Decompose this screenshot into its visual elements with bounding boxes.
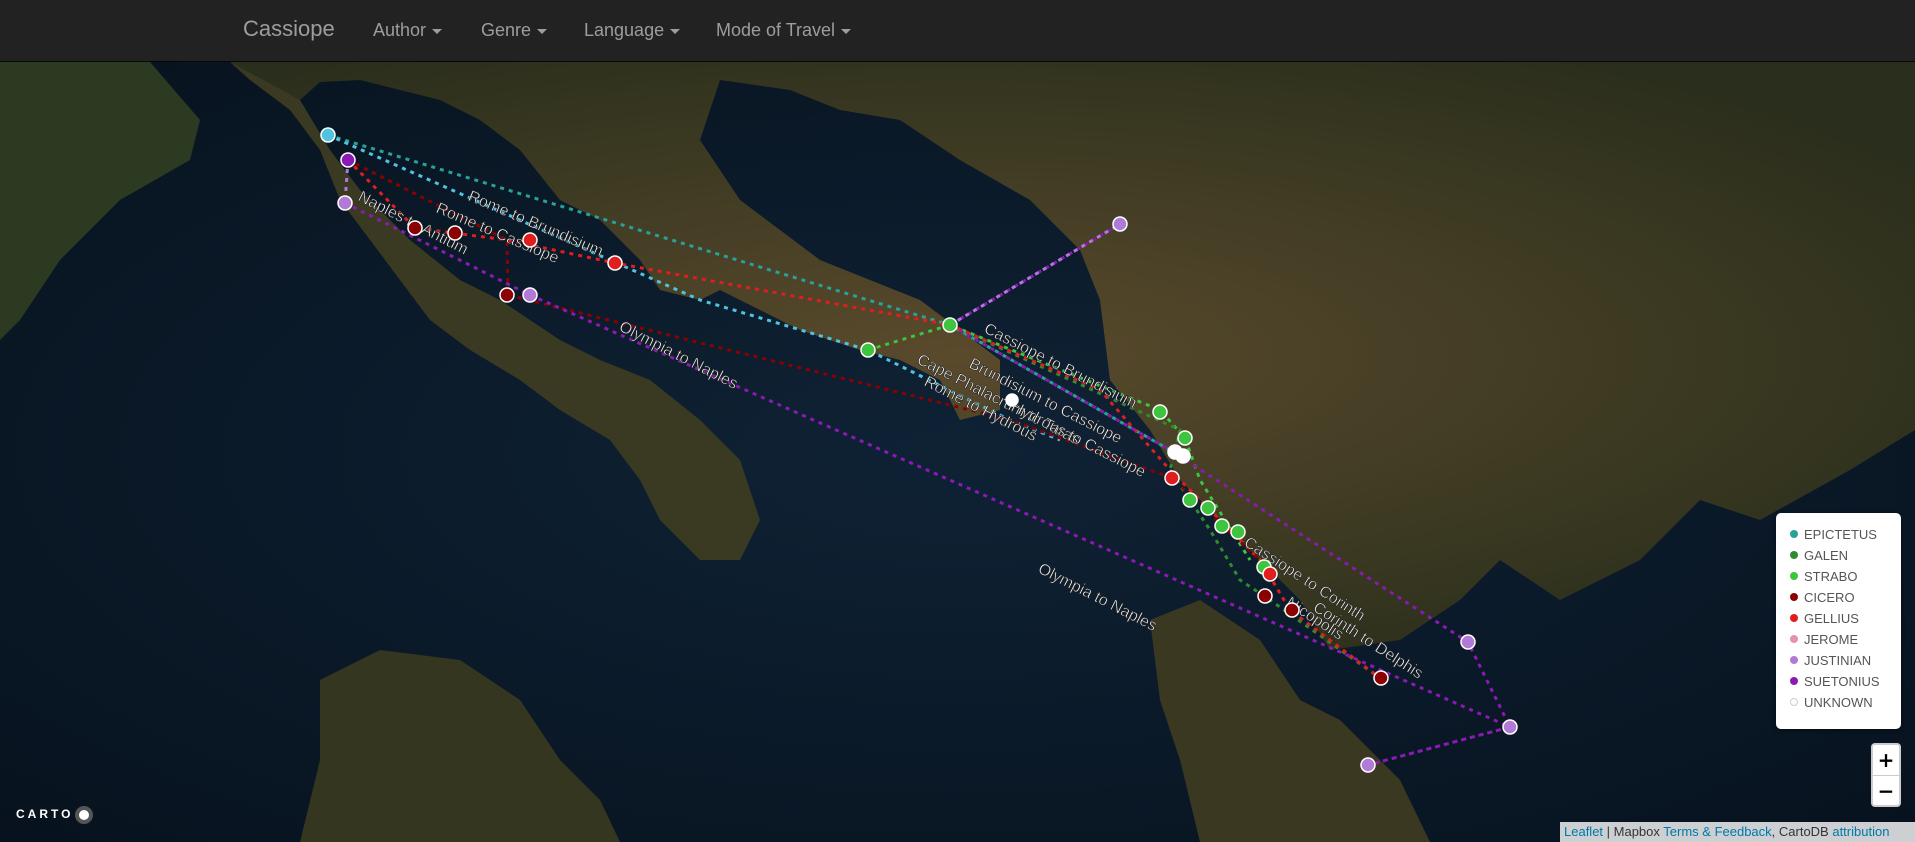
legend-label: GALEN <box>1804 548 1849 563</box>
chevron-down-icon <box>841 28 852 34</box>
site-marker[interactable] <box>1152 404 1168 420</box>
site-marker[interactable] <box>1460 634 1476 650</box>
carto-logo-text: CARTO <box>16 807 74 822</box>
map-attribution: Leaflet | Mapbox Terms & Feedback, Carto… <box>1560 822 1915 842</box>
site-marker[interactable] <box>1502 719 1518 735</box>
legend-label: EPICTETUS <box>1804 527 1877 542</box>
site-marker[interactable] <box>1005 393 1019 407</box>
site-marker[interactable] <box>407 220 423 236</box>
attribution-link[interactable]: attribution <box>1832 824 1889 839</box>
map-canvas[interactable]: Rome to Brundisium Rome to Cassiope Napl… <box>0 62 1915 842</box>
author-legend: EPICTETUS GALEN STRABO CICERO GELLIUS JE… <box>1776 513 1901 729</box>
site-marker[interactable] <box>607 255 623 271</box>
carto-circle-icon <box>75 806 94 824</box>
genre-label: Genre <box>481 20 532 40</box>
site-marker[interactable] <box>320 127 336 143</box>
legend-dot <box>1790 572 1798 580</box>
site-marker[interactable] <box>340 152 356 168</box>
legend-label: JUSTINIAN <box>1804 653 1872 668</box>
site-marker[interactable] <box>1177 430 1193 446</box>
legend-label: CICERO <box>1804 590 1855 605</box>
legend-dot <box>1790 635 1798 643</box>
map-svg: Rome to Brundisium Rome to Cassiope Napl… <box>0 62 1915 842</box>
chevron-down-icon <box>432 28 443 34</box>
terms-feedback-link[interactable]: Terms & Feedback <box>1663 824 1771 839</box>
site-marker[interactable] <box>447 225 463 241</box>
legend-dot <box>1790 656 1798 664</box>
zoom-control: + − <box>1871 743 1901 807</box>
chevron-down-icon <box>537 28 548 34</box>
legend-dot <box>1790 530 1798 538</box>
site-marker[interactable] <box>1373 670 1389 686</box>
site-marker[interactable] <box>1112 216 1128 232</box>
legend-label: JEROME <box>1804 632 1859 647</box>
site-marker[interactable] <box>1284 602 1300 618</box>
site-marker[interactable] <box>1230 524 1246 540</box>
legend-label: UNKNOWN <box>1804 695 1873 710</box>
author-label: Author <box>373 20 427 40</box>
language-label: Language <box>584 20 665 40</box>
site-marker[interactable] <box>1214 518 1230 534</box>
site-marker[interactable] <box>1257 588 1273 604</box>
site-marker[interactable] <box>522 287 538 303</box>
attribution-mid: , CartoDB <box>1771 824 1833 839</box>
site-marker[interactable] <box>1175 448 1191 464</box>
attribution-sep: | Mapbox <box>1603 824 1664 839</box>
legend-dot <box>1790 551 1798 559</box>
site-marker[interactable] <box>860 342 876 358</box>
legend-label: GELLIUS <box>1804 611 1859 626</box>
site-marker[interactable] <box>1262 566 1278 582</box>
site-marker[interactable] <box>1360 757 1376 773</box>
legend-label: STRABO <box>1804 569 1858 584</box>
mode-of-travel-label: Mode of Travel <box>716 20 836 40</box>
site-marker[interactable] <box>942 317 958 333</box>
mode-of-travel-dropdown[interactable]: Mode of Travel <box>716 20 852 41</box>
chevron-down-icon <box>670 28 681 34</box>
legend-dot <box>1790 593 1798 601</box>
carto-logo: CARTO <box>16 806 94 824</box>
legend-dot <box>1790 698 1798 706</box>
site-marker[interactable] <box>1200 500 1216 516</box>
legend-label: SUETONIUS <box>1804 674 1880 689</box>
site-marker[interactable] <box>1182 492 1198 508</box>
legend-dot <box>1790 614 1798 622</box>
legend-dot <box>1790 677 1798 685</box>
genre-dropdown[interactable]: Genre <box>481 20 548 41</box>
author-dropdown[interactable]: Author <box>373 20 443 41</box>
site-marker[interactable] <box>522 232 538 248</box>
zoom-out-button[interactable]: − <box>1873 776 1899 806</box>
site-marker[interactable] <box>337 195 353 211</box>
language-dropdown[interactable]: Language <box>584 20 681 41</box>
zoom-in-button[interactable]: + <box>1873 745 1899 776</box>
brand-link[interactable]: Cassiope <box>243 16 335 42</box>
leaflet-link[interactable]: Leaflet <box>1564 824 1603 839</box>
navbar: Cassiope Author Genre Language Mode of T… <box>0 0 1915 62</box>
site-marker[interactable] <box>1164 470 1180 486</box>
site-marker[interactable] <box>499 287 515 303</box>
